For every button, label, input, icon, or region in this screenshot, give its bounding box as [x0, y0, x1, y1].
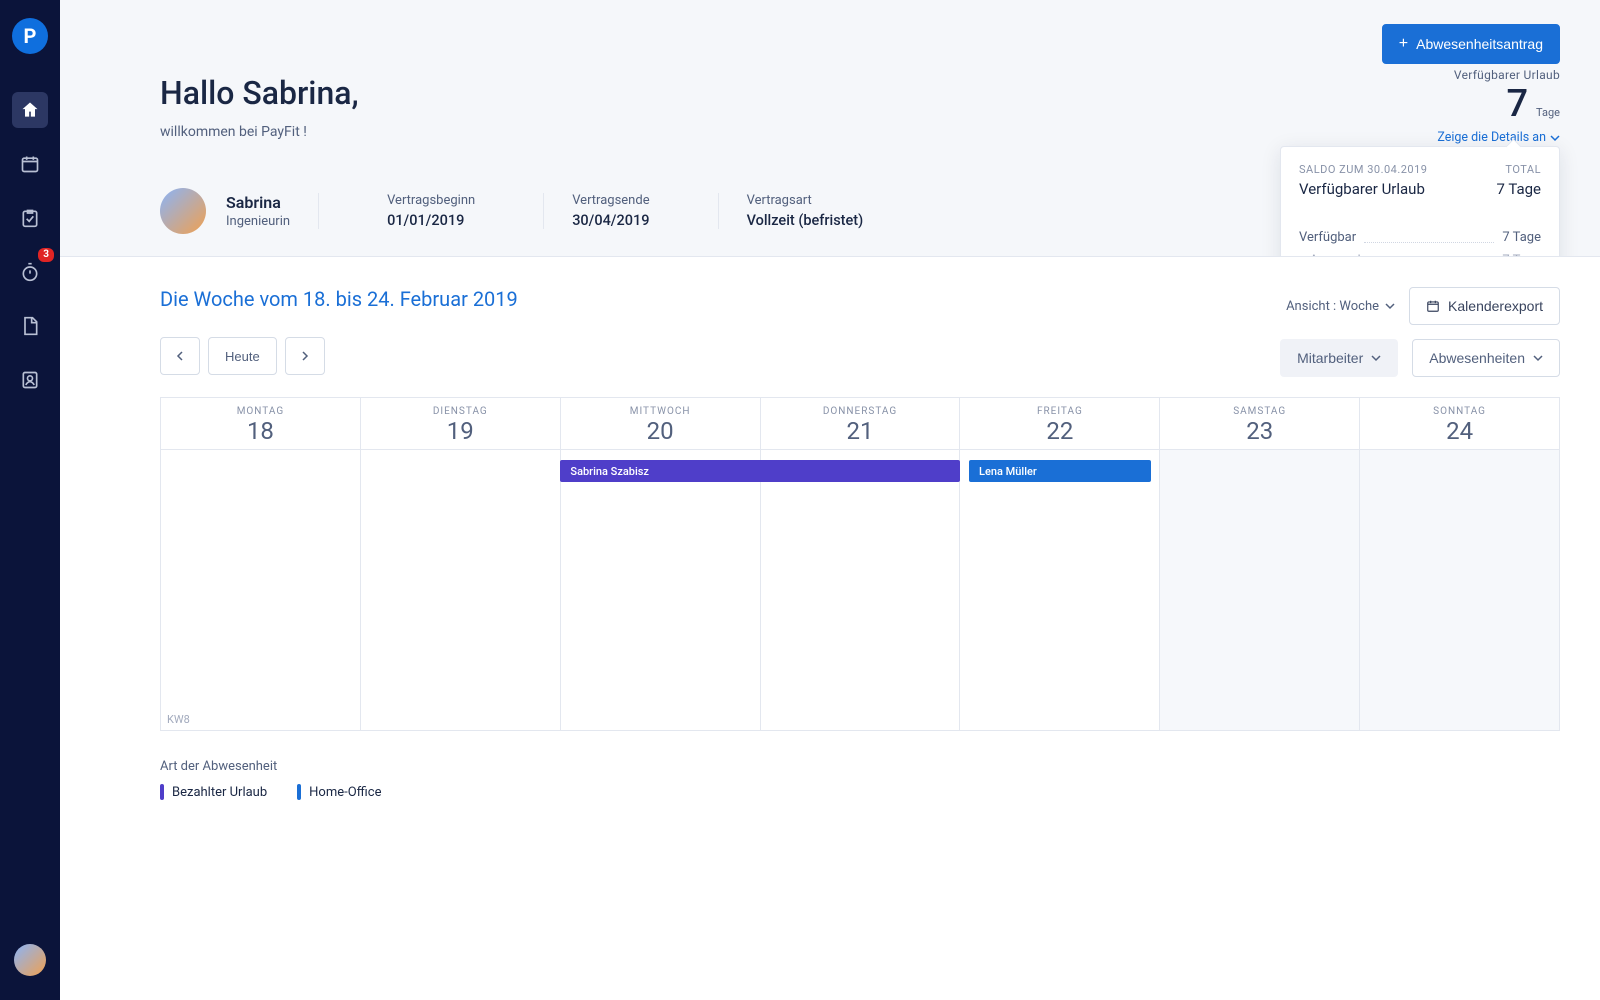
home-icon — [20, 100, 40, 120]
calendar-day-cell[interactable] — [1159, 450, 1359, 730]
calendar-icon — [20, 154, 40, 174]
calendar-day-cell[interactable] — [161, 450, 360, 730]
clipboard-check-icon — [20, 208, 40, 228]
calendar-header-cell: Donnerstag21 — [760, 398, 960, 450]
calendar-event[interactable]: Lena Müller — [969, 460, 1151, 482]
contract-start-value: 01/01/2019 — [387, 212, 475, 229]
calendar-day-cell[interactable] — [1359, 450, 1559, 730]
calendar-header-cell: Mittwoch20 — [560, 398, 760, 450]
user-role: Ingenieurin — [226, 214, 290, 229]
app-logo[interactable]: P — [12, 18, 48, 54]
absence-request-button[interactable]: + Abwesenheitsantrag — [1382, 24, 1560, 64]
legend-item: Bezahlter Urlaub — [160, 784, 267, 800]
absence-request-label: Abwesenheitsantrag — [1416, 36, 1543, 52]
contract-start-label: Vertragsbeginn — [387, 193, 475, 208]
chevron-down-icon — [1385, 301, 1395, 311]
chevron-down-icon — [1533, 353, 1543, 363]
calendar-header-cell: Freitag22 — [959, 398, 1159, 450]
contract-type-label: Vertragsart — [747, 193, 864, 208]
nav-calendar[interactable] — [12, 146, 48, 182]
stopwatch-icon — [20, 262, 40, 282]
user-avatar[interactable] — [160, 188, 206, 234]
calendar-header-cell: Samstag23 — [1159, 398, 1359, 450]
tooltip-main-value: 7 Tage — [1496, 180, 1541, 198]
calendar-header-cell: Dienstag19 — [360, 398, 560, 450]
legend-item: Home-Office — [297, 784, 381, 800]
nav-time[interactable]: 3 — [12, 254, 48, 290]
notification-badge: 3 — [38, 248, 54, 262]
calendar-event[interactable]: Sabrina Szabisz — [560, 460, 959, 482]
available-unit: Tage — [1536, 106, 1560, 119]
document-icon — [20, 316, 40, 336]
prev-week-button[interactable] — [160, 337, 200, 375]
view-select[interactable]: Ansicht : Woche — [1286, 299, 1395, 314]
legend-title: Art der Abwesenheit — [160, 759, 1560, 774]
filter-employees-button[interactable]: Mitarbeiter — [1280, 339, 1398, 377]
chevron-right-icon — [300, 351, 310, 361]
sidebar: P 3 — [0, 0, 60, 1000]
nav-documents[interactable] — [12, 308, 48, 344]
tooltip-row: Verfügbar 7 Tage — [1299, 226, 1541, 249]
available-label: Verfügbarer Urlaub — [1437, 68, 1560, 82]
calendar-day-cell[interactable] — [360, 450, 560, 730]
calendar-day-cell[interactable] — [959, 450, 1159, 730]
contract-type-value: Vollzeit (befristet) — [747, 212, 864, 229]
balance-date-label: SALDO ZUM 30.04.2019 — [1299, 163, 1427, 176]
filter-absences-button[interactable]: Abwesenheiten — [1412, 339, 1560, 377]
contract-end-label: Vertragsende — [572, 193, 649, 208]
calendar-export-icon — [1426, 299, 1440, 313]
contacts-icon — [20, 370, 40, 390]
chevron-down-icon — [1371, 353, 1381, 363]
calendar-day-cell[interactable] — [760, 450, 960, 730]
calendar-export-button[interactable]: Kalenderexport — [1409, 287, 1560, 325]
chevron-left-icon — [175, 351, 185, 361]
user-name: Sabrina — [226, 193, 290, 212]
contract-end-value: 30/04/2019 — [572, 212, 649, 229]
available-leave-box: Verfügbarer Urlaub 7 Tage Zeige die Deta… — [1437, 68, 1560, 145]
next-week-button[interactable] — [285, 337, 325, 375]
show-details-link[interactable]: Zeige die Details an — [1437, 130, 1560, 145]
greeting: Hallo Sabrina, — [160, 74, 1560, 112]
user-avatar-small[interactable] — [14, 944, 46, 976]
calendar-header-cell: Sonntag24 — [1359, 398, 1559, 450]
nav-tasks[interactable] — [12, 200, 48, 236]
plus-icon: + — [1399, 35, 1408, 53]
calendar-header-cell: Montag18 — [161, 398, 360, 450]
total-label: TOTAL — [1505, 163, 1541, 176]
subtitle: willkommen bei PayFit ! — [160, 124, 1560, 140]
available-value: 7 — [1506, 82, 1528, 126]
tooltip-main-label: Verfügbarer Urlaub — [1299, 180, 1425, 198]
nav-contacts[interactable] — [12, 362, 48, 398]
today-button[interactable]: Heute — [208, 337, 277, 375]
nav-home[interactable] — [12, 92, 48, 128]
chevron-down-icon — [1550, 133, 1560, 143]
calendar-day-cell[interactable] — [560, 450, 760, 730]
week-calendar: Montag18Dienstag19Mittwoch20Donnerstag21… — [160, 397, 1560, 731]
